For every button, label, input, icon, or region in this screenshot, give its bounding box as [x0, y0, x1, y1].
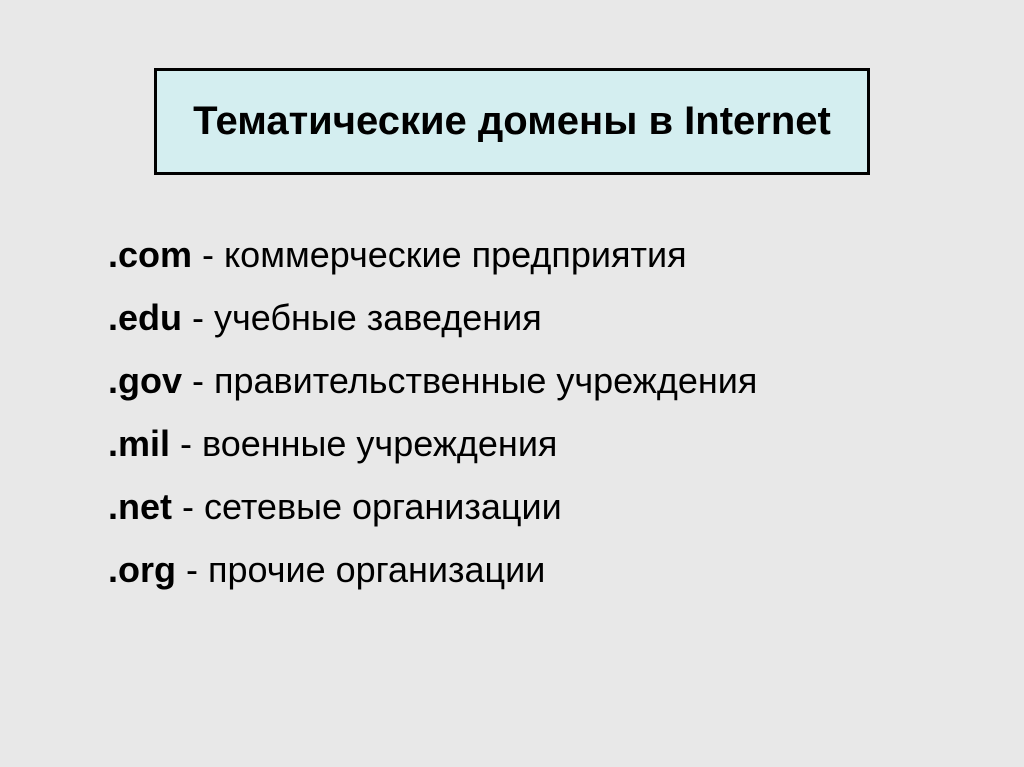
domain-name: .org	[108, 549, 176, 590]
domain-description: - учебные заведения	[182, 297, 542, 338]
domain-name: .gov	[108, 360, 182, 401]
slide-title: Тематические домены в Internet	[193, 99, 831, 144]
domain-description: - сетевые организации	[172, 486, 562, 527]
list-item: .mil - военные учреждения	[108, 412, 960, 475]
list-item: .edu - учебные заведения	[108, 286, 960, 349]
list-item: .gov - правительственные учреждения	[108, 349, 960, 412]
list-item: .org - прочие организации	[108, 538, 960, 601]
domain-name: .net	[108, 486, 172, 527]
list-item: .com - коммерческие предприятия	[108, 223, 960, 286]
domain-description: - прочие организации	[176, 549, 545, 590]
list-item: .net - сетевые организации	[108, 475, 960, 538]
domain-description: - коммерческие предприятия	[192, 234, 687, 275]
title-box: Тематические домены в Internet	[154, 68, 870, 175]
domain-name: .com	[108, 234, 192, 275]
domain-name: .mil	[108, 423, 170, 464]
domain-name: .edu	[108, 297, 182, 338]
domain-description: - правительственные учреждения	[182, 360, 757, 401]
domain-list: .com - коммерческие предприятия .edu - у…	[64, 223, 960, 601]
domain-description: - военные учреждения	[170, 423, 557, 464]
